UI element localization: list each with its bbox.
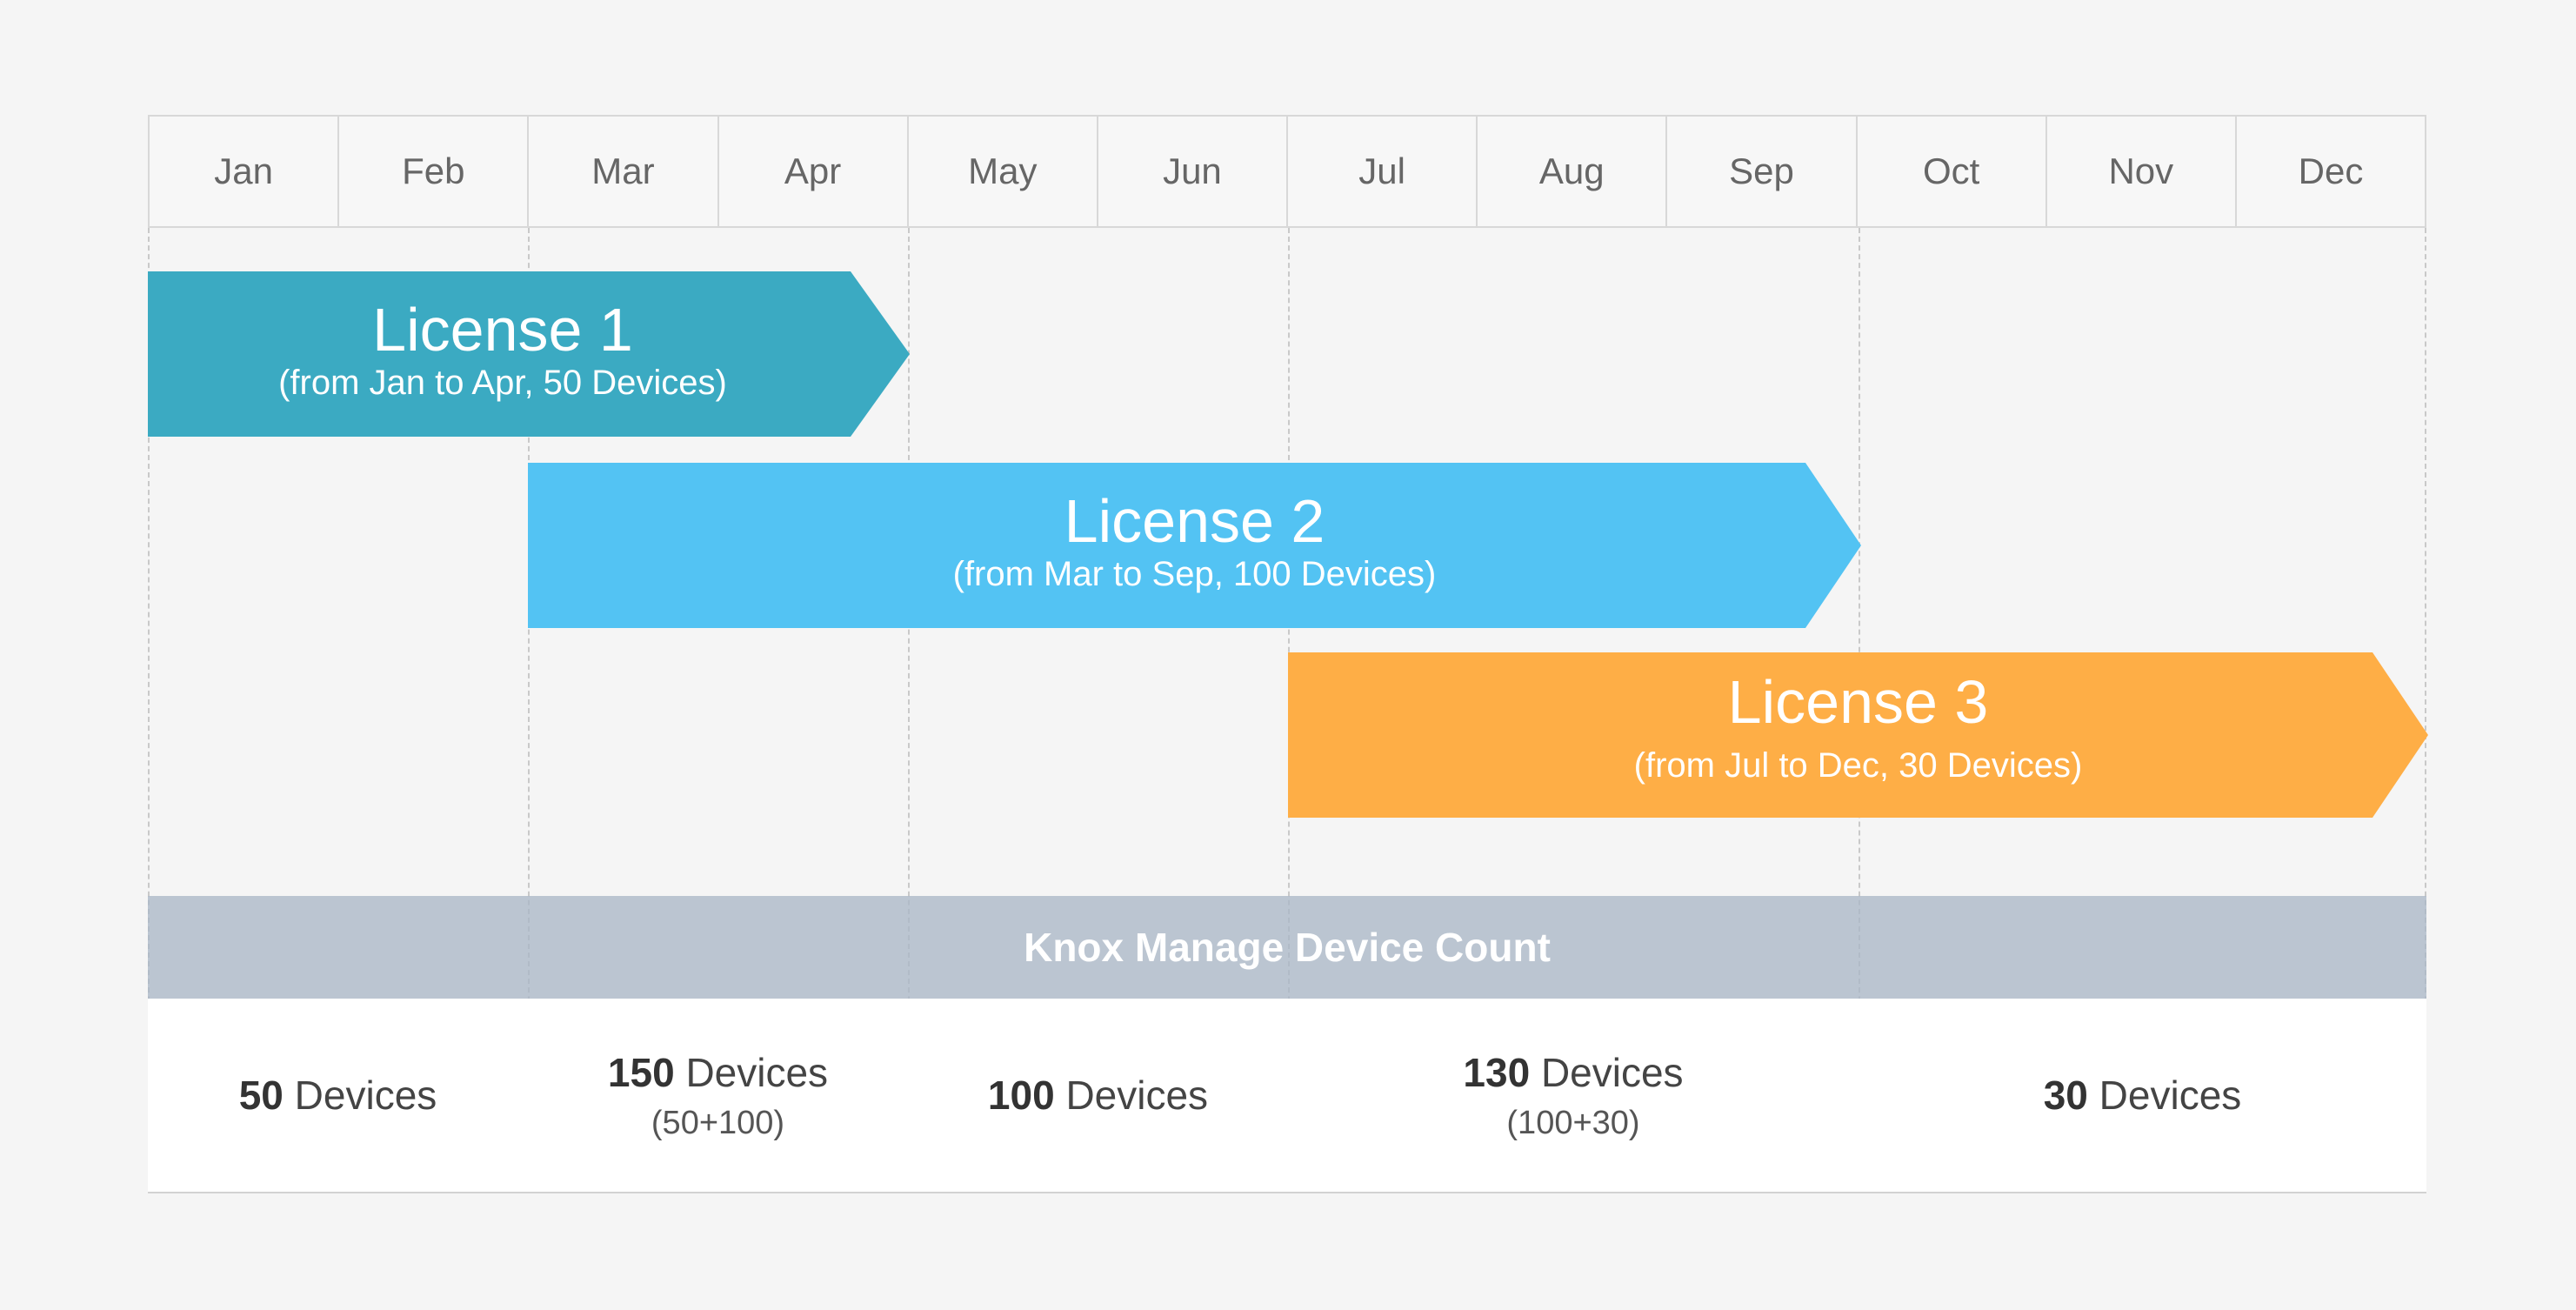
- count-segment-jul-sep: 130 Devices (100+30): [1288, 999, 1859, 1192]
- license-3-title: License 3: [1727, 668, 1989, 736]
- count-segment-mar-apr: 150 Devices (50+100): [528, 999, 908, 1192]
- license-2-arrow: License 2 (from Mar to Sep, 100 Devices): [528, 463, 1861, 628]
- count-unit: Devices: [294, 1073, 437, 1118]
- device-count-row: 50 Devices 150 Devices (50+100) 100 Devi…: [148, 999, 2426, 1193]
- license-2-title: License 2: [1064, 487, 1325, 555]
- count-value: 150: [607, 1049, 675, 1095]
- month-nov: Nov: [2047, 117, 2237, 226]
- count-unit: Devices: [685, 1049, 829, 1095]
- month-mar: Mar: [529, 117, 719, 226]
- license-1-title: License 1: [372, 296, 633, 364]
- license-timeline-diagram: Jan Feb Mar Apr May Jun Jul Aug Sep Oct …: [148, 115, 2428, 1193]
- month-apr: Apr: [719, 117, 909, 226]
- count-unit: Devices: [1065, 1073, 1209, 1118]
- month-jul: Jul: [1288, 117, 1478, 226]
- count-unit: Devices: [1540, 1049, 1684, 1095]
- license-1-arrow: License 1 (from Jan to Apr, 50 Devices): [148, 271, 910, 437]
- month-sep: Sep: [1667, 117, 1858, 226]
- count-value: 130: [1463, 1049, 1531, 1095]
- month-oct: Oct: [1858, 117, 2047, 226]
- month-may: May: [909, 117, 1098, 226]
- month-jun: Jun: [1098, 117, 1289, 226]
- license-3-detail: (from Jul to Dec, 30 Devices): [1633, 746, 2083, 785]
- count-unit: Devices: [2099, 1073, 2242, 1118]
- month-dec: Dec: [2298, 150, 2364, 191]
- month-jan: Jan: [150, 117, 340, 226]
- month-feb: Feb: [339, 117, 530, 226]
- month-aug: Aug: [1478, 117, 1668, 226]
- month-header-row: Jan Feb Mar Apr May Jun Jul Aug Sep Oct …: [148, 115, 2426, 228]
- count-segment-may-jun: 100 Devices: [908, 999, 1288, 1192]
- count-formula: (100+30): [1506, 1104, 1640, 1141]
- count-segment-oct-dec: 30 Devices: [1859, 999, 2426, 1192]
- license-2-detail: (from Mar to Sep, 100 Devices): [952, 555, 1437, 593]
- count-value: 30: [2043, 1073, 2088, 1118]
- count-value: 50: [238, 1073, 284, 1118]
- count-value: 100: [987, 1073, 1055, 1118]
- license-1-detail: (from Jan to Apr, 50 Devices): [278, 364, 727, 402]
- count-segment-jan-feb: 50 Devices: [148, 999, 528, 1192]
- device-count-header: Knox Manage Device Count: [148, 896, 2426, 999]
- count-formula: (50+100): [651, 1104, 785, 1141]
- license-3-arrow: License 3 (from Jul to Dec, 30 Devices): [1288, 652, 2428, 818]
